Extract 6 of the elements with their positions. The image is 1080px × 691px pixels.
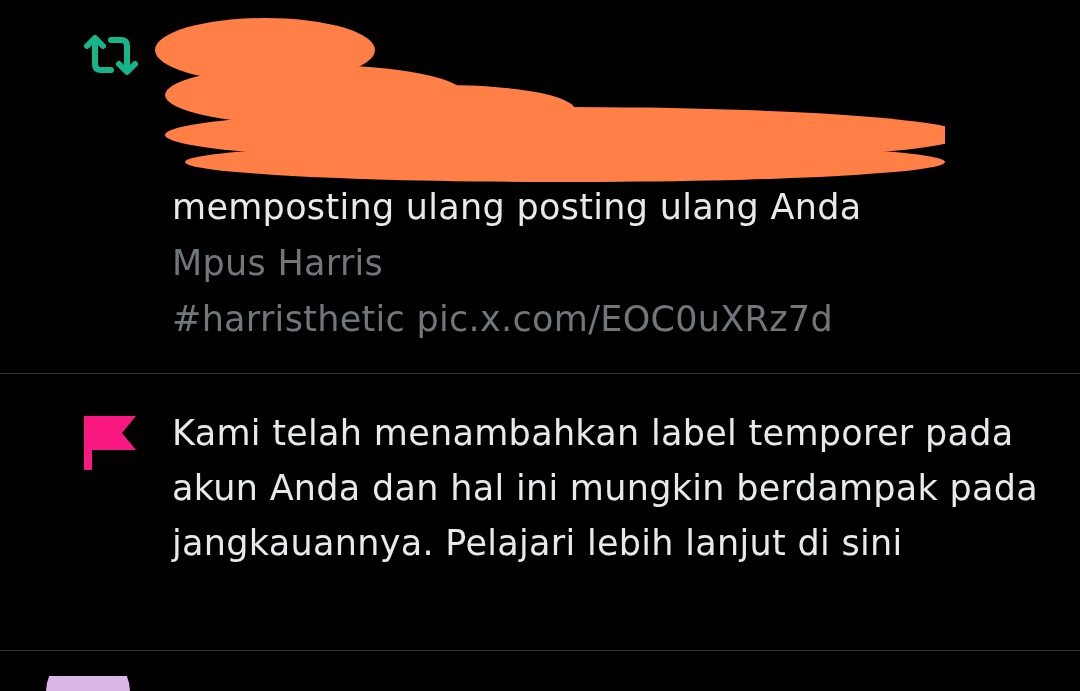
notice-text: Kami telah menambahkan label temporer pada akun Anda dan hal ini mungkin berdampak pada jangkauannya. Pelajari lebih lanjut di sini	[172, 412, 1040, 565]
repost-icon	[82, 32, 140, 78]
author-name: Mpus Harris	[172, 242, 385, 285]
post-text: #harristhetic pic.x.com/EOC0uXRz7d	[172, 298, 834, 341]
flag-icon	[84, 416, 136, 470]
notification-text: memposting ulang posting ulang Anda	[172, 186, 862, 229]
